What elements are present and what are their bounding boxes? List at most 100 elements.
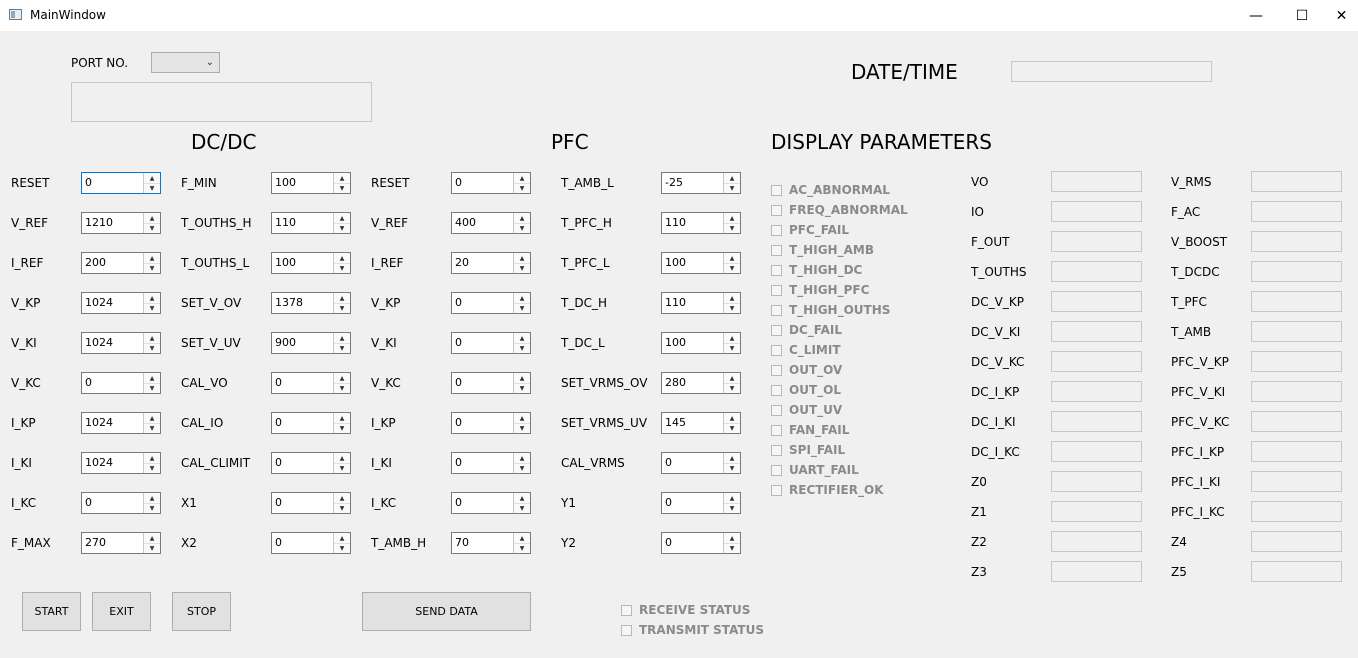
spin-down-icon[interactable]: ▼ — [334, 543, 350, 553]
dcdc-reset-spinbox[interactable]: 0 ▲ ▼ — [81, 172, 161, 194]
pfc-v-ref-spinbox[interactable]: 400 ▲ ▼ — [451, 212, 531, 234]
spin-down-icon[interactable]: ▼ — [144, 463, 160, 473]
pfc-t-amb-h-spinbox[interactable]: 70 ▲ ▼ — [451, 532, 531, 554]
t-high-dc-checkbox[interactable]: T_HIGH_DC — [771, 263, 862, 277]
spi-fail-checkbox[interactable]: SPI_FAIL — [771, 443, 845, 457]
spin-down-icon[interactable]: ▼ — [144, 543, 160, 553]
dcdc-t-ouths-l-spinbox[interactable]: 100 ▲ ▼ — [271, 252, 351, 274]
spin-down-icon[interactable]: ▼ — [514, 543, 530, 553]
t-high-ouths-checkbox[interactable]: T_HIGH_OUTHS — [771, 303, 890, 317]
minimize-button[interactable]: — — [1233, 0, 1279, 31]
close-button[interactable]: ✕ — [1325, 0, 1358, 31]
pfc-t-pfc-h-spinbox[interactable]: 110 ▲ ▼ — [661, 212, 741, 234]
dcdc-cal-io-spinbox[interactable]: 0 ▲ ▼ — [271, 412, 351, 434]
out-uv-checkbox[interactable]: OUT_UV — [771, 403, 842, 417]
pfc-v-kc-spinbox[interactable]: 0 ▲ ▼ — [451, 372, 531, 394]
uart-fail-checkbox[interactable]: UART_FAIL — [771, 463, 859, 477]
spin-down-icon[interactable]: ▼ — [144, 423, 160, 433]
spin-down-icon[interactable]: ▼ — [724, 503, 740, 513]
spin-down-icon[interactable]: ▼ — [514, 463, 530, 473]
send-data-button[interactable]: SEND DATA — [362, 592, 531, 631]
pfc-i-kc-spinbox[interactable]: 0 ▲ ▼ — [451, 492, 531, 514]
spin-down-icon[interactable]: ▼ — [514, 383, 530, 393]
pfc-fail-checkbox[interactable]: PFC_FAIL — [771, 223, 849, 237]
pfc-reset-spinbox[interactable]: 0 ▲ ▼ — [451, 172, 531, 194]
spin-down-icon[interactable]: ▼ — [144, 383, 160, 393]
spin-down-icon[interactable]: ▼ — [514, 503, 530, 513]
spin-down-icon[interactable]: ▼ — [334, 423, 350, 433]
pfc-t-pfc-l-spinbox[interactable]: 100 ▲ ▼ — [661, 252, 741, 274]
c-limit-checkbox[interactable]: C_LIMIT — [771, 343, 841, 357]
dc-fail-checkbox[interactable]: DC_FAIL — [771, 323, 842, 337]
spin-down-icon[interactable]: ▼ — [724, 263, 740, 273]
spin-down-icon[interactable]: ▼ — [514, 223, 530, 233]
dcdc-v-ki-spinbox[interactable]: 1024 ▲ ▼ — [81, 332, 161, 354]
spin-down-icon[interactable]: ▼ — [724, 463, 740, 473]
pfc-t-dc-h-spinbox[interactable]: 110 ▲ ▼ — [661, 292, 741, 314]
dcdc-t-ouths-h-spinbox[interactable]: 110 ▲ ▼ — [271, 212, 351, 234]
pfc-cal-vrms-spinbox[interactable]: 0 ▲ ▼ — [661, 452, 741, 474]
pfc-v-ki-spinbox[interactable]: 0 ▲ ▼ — [451, 332, 531, 354]
pfc-set-vrms-ov-spinbox[interactable]: 280 ▲ ▼ — [661, 372, 741, 394]
spin-down-icon[interactable]: ▼ — [334, 343, 350, 353]
spin-down-icon[interactable]: ▼ — [144, 503, 160, 513]
spin-down-icon[interactable]: ▼ — [144, 263, 160, 273]
pfc-set-vrms-uv-spinbox[interactable]: 145 ▲ ▼ — [661, 412, 741, 434]
spin-down-icon[interactable]: ▼ — [334, 183, 350, 193]
dcdc-x2-spinbox[interactable]: 0 ▲ ▼ — [271, 532, 351, 554]
pfc-t-amb-l-spinbox[interactable]: -25 ▲ ▼ — [661, 172, 741, 194]
spin-down-icon[interactable]: ▼ — [514, 263, 530, 273]
spin-down-icon[interactable]: ▼ — [334, 223, 350, 233]
exit-button[interactable]: EXIT — [92, 592, 151, 631]
spin-down-icon[interactable]: ▼ — [144, 183, 160, 193]
dcdc-cal-vo-spinbox[interactable]: 0 ▲ ▼ — [271, 372, 351, 394]
dcdc-i-ki-spinbox[interactable]: 1024 ▲ ▼ — [81, 452, 161, 474]
spin-down-icon[interactable]: ▼ — [724, 423, 740, 433]
dcdc-x1-spinbox[interactable]: 0 ▲ ▼ — [271, 492, 351, 514]
spin-down-icon[interactable]: ▼ — [334, 463, 350, 473]
spin-down-icon[interactable]: ▼ — [334, 383, 350, 393]
dcdc-set-v-uv-spinbox[interactable]: 900 ▲ ▼ — [271, 332, 351, 354]
pfc-v-kp-spinbox[interactable]: 0 ▲ ▼ — [451, 292, 531, 314]
dcdc-v-ref-spinbox[interactable]: 1210 ▲ ▼ — [81, 212, 161, 234]
spin-down-icon[interactable]: ▼ — [144, 223, 160, 233]
spin-down-icon[interactable]: ▼ — [514, 423, 530, 433]
dcdc-cal-climit-spinbox[interactable]: 0 ▲ ▼ — [271, 452, 351, 474]
out-ol-checkbox[interactable]: OUT_OL — [771, 383, 841, 397]
spin-down-icon[interactable]: ▼ — [724, 383, 740, 393]
pfc-t-dc-l-spinbox[interactable]: 100 ▲ ▼ — [661, 332, 741, 354]
pfc-i-kp-spinbox[interactable]: 0 ▲ ▼ — [451, 412, 531, 434]
start-button[interactable]: START — [22, 592, 81, 631]
spin-down-icon[interactable]: ▼ — [724, 303, 740, 313]
t-high-amb-checkbox[interactable]: T_HIGH_AMB — [771, 243, 874, 257]
stop-button[interactable]: STOP — [172, 592, 231, 631]
spin-down-icon[interactable]: ▼ — [514, 343, 530, 353]
spin-down-icon[interactable]: ▼ — [724, 223, 740, 233]
dcdc-i-ref-spinbox[interactable]: 200 ▲ ▼ — [81, 252, 161, 274]
spin-down-icon[interactable]: ▼ — [144, 303, 160, 313]
freq-abnormal-checkbox[interactable]: FREQ_ABNORMAL — [771, 203, 908, 217]
ac-abnormal-checkbox[interactable]: AC_ABNORMAL — [771, 183, 890, 197]
pfc-i-ki-spinbox[interactable]: 0 ▲ ▼ — [451, 452, 531, 474]
spin-down-icon[interactable]: ▼ — [514, 183, 530, 193]
spin-down-icon[interactable]: ▼ — [334, 303, 350, 313]
pfc-y2-spinbox[interactable]: 0 ▲ ▼ — [661, 532, 741, 554]
spin-down-icon[interactable]: ▼ — [724, 543, 740, 553]
t-high-pfc-checkbox[interactable]: T_HIGH_PFC — [771, 283, 869, 297]
dcdc-f-max-spinbox[interactable]: 270 ▲ ▼ — [81, 532, 161, 554]
spin-down-icon[interactable]: ▼ — [334, 263, 350, 273]
dcdc-i-kp-spinbox[interactable]: 1024 ▲ ▼ — [81, 412, 161, 434]
spin-down-icon[interactable]: ▼ — [514, 303, 530, 313]
spin-down-icon[interactable]: ▼ — [144, 343, 160, 353]
transmit-status-checkbox[interactable]: TRANSMIT STATUS — [621, 623, 764, 637]
out-ov-checkbox[interactable]: OUT_OV — [771, 363, 842, 377]
dcdc-v-kc-spinbox[interactable]: 0 ▲ ▼ — [81, 372, 161, 394]
receive-status-checkbox[interactable]: RECEIVE STATUS — [621, 603, 750, 617]
maximize-button[interactable]: ☐ — [1279, 0, 1325, 31]
spin-down-icon[interactable]: ▼ — [724, 343, 740, 353]
fan-fail-checkbox[interactable]: FAN_FAIL — [771, 423, 849, 437]
rectifier-ok-checkbox[interactable]: RECTIFIER_OK — [771, 483, 884, 497]
dcdc-v-kp-spinbox[interactable]: 1024 ▲ ▼ — [81, 292, 161, 314]
spin-down-icon[interactable]: ▼ — [724, 183, 740, 193]
spin-down-icon[interactable]: ▼ — [334, 503, 350, 513]
